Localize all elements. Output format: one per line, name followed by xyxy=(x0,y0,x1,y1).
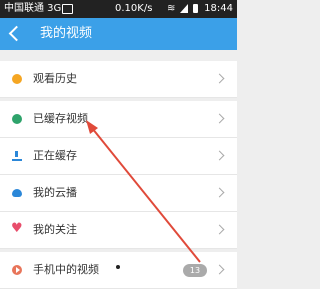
wifi-icon: ≋ xyxy=(167,3,176,14)
chevron-right-icon xyxy=(214,264,225,275)
chevron-right-icon xyxy=(214,73,225,84)
home-indicator xyxy=(116,265,120,269)
menu-item-cloud-play[interactable]: 我的云播 xyxy=(0,175,237,212)
menu-item-label: 我的云播 xyxy=(33,186,77,199)
clock: 18:44 xyxy=(204,3,233,14)
menu-item-label: 正在缓存 xyxy=(33,149,77,162)
chevron-right-icon xyxy=(214,150,225,161)
chevron-right-icon xyxy=(214,187,225,198)
menu-item-label: 我的关注 xyxy=(33,223,77,236)
menu-item-following[interactable]: 我的关注 xyxy=(0,212,237,249)
network-image-icon xyxy=(62,4,73,14)
menu-item-cached-videos[interactable]: 已缓存视频 xyxy=(0,101,237,138)
cloud-icon xyxy=(12,189,22,197)
menu-item-phone-videos[interactable]: 手机中的视频 13 xyxy=(0,252,237,289)
download-icon xyxy=(12,151,22,161)
menu-item-caching[interactable]: 正在缓存 xyxy=(0,138,237,175)
battery-icon xyxy=(193,4,198,13)
menu-item-label: 观看历史 xyxy=(33,72,77,85)
heart-icon xyxy=(11,221,23,236)
chevron-right-icon xyxy=(214,224,225,235)
network-speed: 0.10K/s xyxy=(115,3,153,14)
back-icon[interactable] xyxy=(8,25,25,42)
app-header: 我的视频 xyxy=(0,18,237,50)
menu-item-label: 已缓存视频 xyxy=(33,112,88,125)
chevron-right-icon xyxy=(214,113,225,124)
page-title: 我的视频 xyxy=(40,26,93,41)
signal-icon xyxy=(180,4,188,13)
carrier-label: 中国联通 3G xyxy=(4,3,62,14)
menu-item-label: 手机中的视频 xyxy=(33,263,99,276)
history-icon xyxy=(12,74,22,84)
count-badge: 13 xyxy=(183,264,207,277)
status-bar: 中国联通 3G 0.10K/s ≋ 18:44 xyxy=(0,0,237,18)
menu-item-history[interactable]: 观看历史 xyxy=(0,61,237,98)
check-icon xyxy=(12,114,22,124)
menu-list: 观看历史 已缓存视频 正在缓存 我的云播 我的关注 手机中的视频 13 xyxy=(0,61,237,289)
